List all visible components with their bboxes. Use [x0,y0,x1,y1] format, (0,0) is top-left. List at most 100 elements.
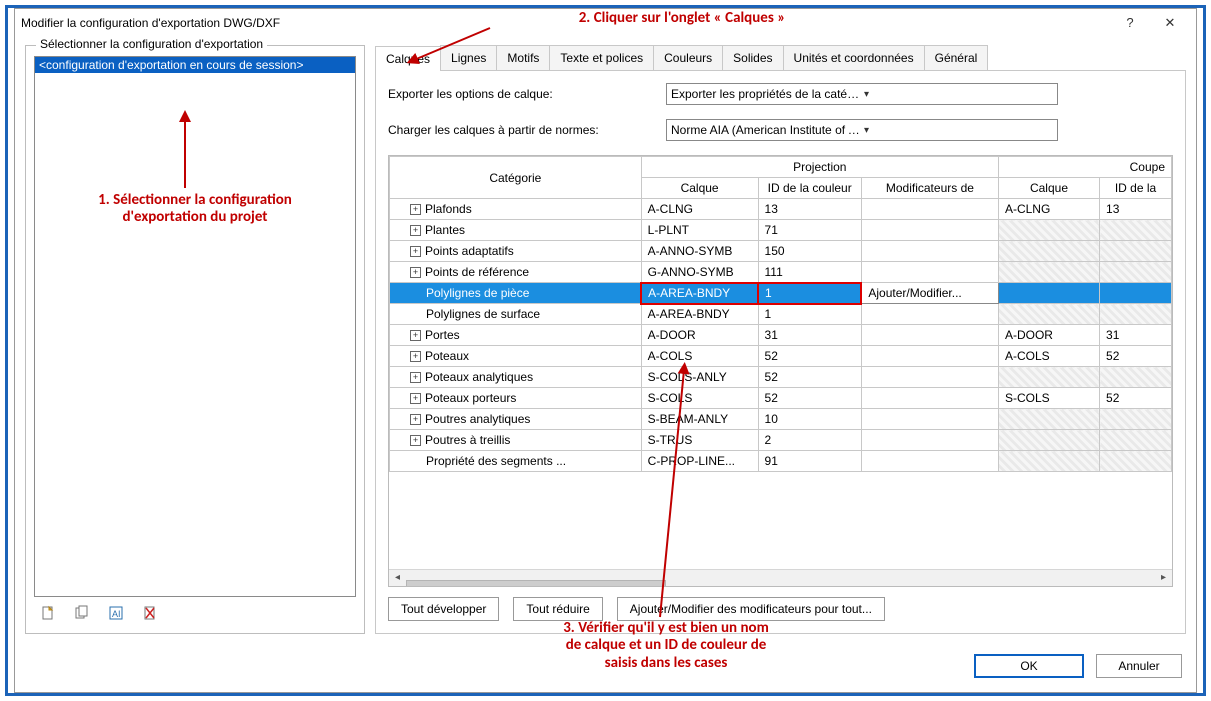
calque2-cell[interactable] [998,262,1099,283]
modificateur-cell[interactable] [861,262,998,283]
expand-icon[interactable]: + [410,351,421,362]
idcouleur-cell[interactable]: 111 [758,262,861,283]
id2-cell[interactable]: 31 [1100,325,1172,346]
id2-cell[interactable]: 52 [1100,388,1172,409]
table-row[interactable]: +Poteaux porteursS-COLS52S-COLS52 [390,388,1172,409]
config-list-item[interactable]: <configuration d'exportation en cours de… [35,57,355,73]
calque-cell[interactable]: S-COLS-ANLY [641,367,758,388]
idcouleur-cell[interactable]: 13 [758,199,861,220]
calque-cell[interactable]: A-CLNG [641,199,758,220]
delete-config-icon[interactable] [140,603,160,623]
table-row[interactable]: +PortesA-DOOR31A-DOOR31 [390,325,1172,346]
idcouleur-cell[interactable]: 2 [758,430,861,451]
id2-cell[interactable] [1100,283,1172,304]
add-modify-all-button[interactable]: Ajouter/Modifier des modificateurs pour … [617,597,885,621]
modificateur-cell[interactable] [861,346,998,367]
calque2-cell[interactable] [998,304,1099,325]
id2-cell[interactable] [1100,451,1172,472]
calque2-cell[interactable] [998,241,1099,262]
tab-solides[interactable]: Solides [722,45,783,70]
th-coupe[interactable]: Coupe [998,157,1171,178]
calque-cell[interactable]: A-DOOR [641,325,758,346]
modificateur-cell[interactable] [861,199,998,220]
expand-icon[interactable]: + [410,372,421,383]
calque-cell[interactable]: A-AREA-BNDY [641,304,758,325]
th-modificateurs[interactable]: Modificateurs de [861,178,998,199]
calque-cell[interactable]: S-COLS [641,388,758,409]
id2-cell[interactable] [1100,430,1172,451]
expand-icon[interactable]: + [410,435,421,446]
expand-icon[interactable]: + [410,414,421,425]
tab-motifs[interactable]: Motifs [496,45,550,70]
modificateur-cell[interactable] [861,409,998,430]
tab-calques[interactable]: Calques [375,46,441,71]
table-row[interactable]: Polylignes de pièceA-AREA-BNDY1Ajouter/M… [390,283,1172,304]
table-row[interactable]: +Points de référenceG-ANNO-SYMB111 [390,262,1172,283]
idcouleur-cell[interactable]: 10 [758,409,861,430]
tab-texte-et-polices[interactable]: Texte et polices [549,45,654,70]
calque2-cell[interactable] [998,451,1099,472]
ok-button[interactable]: OK [974,654,1084,678]
expand-all-button[interactable]: Tout développer [388,597,499,621]
modificateur-cell[interactable]: Ajouter/Modifier... [861,283,998,304]
expand-icon[interactable]: + [410,225,421,236]
modificateur-cell[interactable] [861,325,998,346]
expand-icon[interactable]: + [410,330,421,341]
help-button[interactable]: ? [1110,11,1150,35]
collapse-all-button[interactable]: Tout réduire [513,597,602,621]
modificateur-cell[interactable] [861,241,998,262]
rename-config-icon[interactable]: AI [106,603,126,623]
table-row[interactable]: Propriété des segments ...C-PROP-LINE...… [390,451,1172,472]
calque2-cell[interactable]: A-COLS [998,346,1099,367]
cancel-button[interactable]: Annuler [1096,654,1182,678]
calque2-cell[interactable] [998,367,1099,388]
idcouleur-cell[interactable]: 1 [758,283,861,304]
calque2-cell[interactable]: S-COLS [998,388,1099,409]
idcouleur-cell[interactable]: 52 [758,346,861,367]
tab-couleurs[interactable]: Couleurs [653,45,723,70]
expand-icon[interactable]: + [410,267,421,278]
new-config-icon[interactable] [38,603,58,623]
modificateur-cell[interactable] [861,367,998,388]
table-row[interactable]: Polylignes de surfaceA-AREA-BNDY1 [390,304,1172,325]
horizontal-scrollbar[interactable]: ◂ ▸ [389,569,1172,586]
th-idla[interactable]: ID de la [1100,178,1172,199]
calque-cell[interactable]: S-BEAM-ANLY [641,409,758,430]
th-calque2[interactable]: Calque [998,178,1099,199]
modificateur-cell[interactable] [861,304,998,325]
expand-icon[interactable]: + [410,393,421,404]
idcouleur-cell[interactable]: 31 [758,325,861,346]
calque2-cell[interactable] [998,220,1099,241]
table-row[interactable]: +Poutres à treillisS-TRUS2 [390,430,1172,451]
config-listbox[interactable]: <configuration d'exportation en cours de… [34,56,356,597]
calque2-cell[interactable]: A-CLNG [998,199,1099,220]
idcouleur-cell[interactable]: 150 [758,241,861,262]
id2-cell[interactable]: 52 [1100,346,1172,367]
id2-cell[interactable] [1100,367,1172,388]
id2-cell[interactable] [1100,304,1172,325]
calque-cell[interactable]: S-TRUS [641,430,758,451]
table-row[interactable]: +PoteauxA-COLS52A-COLS52 [390,346,1172,367]
id2-cell[interactable]: 13 [1100,199,1172,220]
tab-lignes[interactable]: Lignes [440,45,497,70]
th-category[interactable]: Catégorie [390,157,642,199]
id2-cell[interactable] [1100,409,1172,430]
calque-cell[interactable]: A-AREA-BNDY [641,283,758,304]
id2-cell[interactable] [1100,241,1172,262]
calque-cell[interactable]: A-COLS [641,346,758,367]
table-row[interactable]: +Points adaptatifsA-ANNO-SYMB150 [390,241,1172,262]
scroll-left-icon[interactable]: ◂ [389,570,406,587]
table-row[interactable]: +PlafondsA-CLNG13A-CLNG13 [390,199,1172,220]
th-calque1[interactable]: Calque [641,178,758,199]
modificateur-cell[interactable] [861,220,998,241]
calque2-cell[interactable] [998,409,1099,430]
layers-table-scroll[interactable]: Catégorie Projection Coupe Calque ID de … [389,156,1172,569]
calque-cell[interactable]: L-PLNT [641,220,758,241]
id2-cell[interactable] [1100,262,1172,283]
modificateur-cell[interactable] [861,430,998,451]
idcouleur-cell[interactable]: 91 [758,451,861,472]
calque2-cell[interactable]: A-DOOR [998,325,1099,346]
close-button[interactable]: ✕ [1150,11,1190,35]
table-row[interactable]: +Poutres analytiquesS-BEAM-ANLY10 [390,409,1172,430]
idcouleur-cell[interactable]: 52 [758,388,861,409]
